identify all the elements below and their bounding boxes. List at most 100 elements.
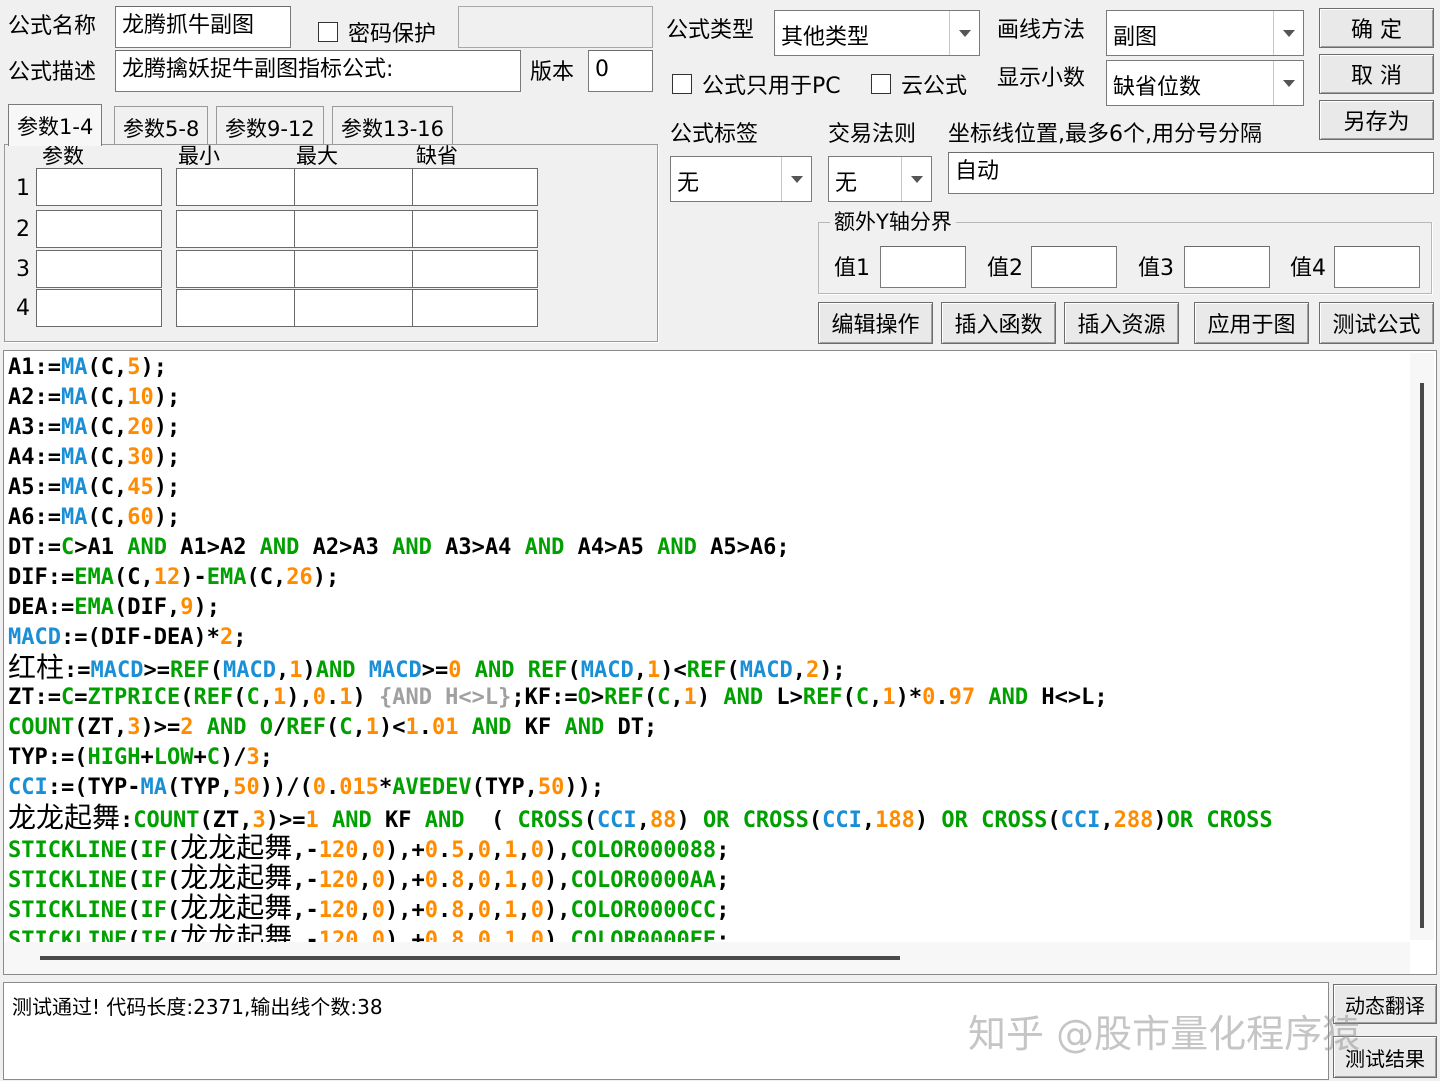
param-4-default-input[interactable] bbox=[412, 289, 538, 327]
trade-rule-select[interactable]: 无 bbox=[828, 156, 932, 202]
code-line[interactable]: STICKLINE(IF(龙龙起舞,-120,0),+0.5,0,1,0),CO… bbox=[8, 833, 1273, 864]
param-4-name-input[interactable] bbox=[36, 289, 162, 327]
code-line[interactable]: COUNT(ZT,3)>=2 AND O/REF(C,1)<1.01 AND K… bbox=[8, 713, 1273, 743]
param-1-max-input[interactable] bbox=[294, 168, 420, 206]
param-1-name-input[interactable] bbox=[36, 168, 162, 206]
code-token: . bbox=[437, 898, 452, 923]
param-2-max-input[interactable] bbox=[294, 210, 420, 248]
axis-position-label: 坐标线位置,最多6个,用分号分隔 bbox=[948, 122, 1262, 147]
param-2-name-input[interactable] bbox=[36, 210, 162, 248]
code-token: , bbox=[636, 808, 650, 833]
code-line[interactable]: MACD:=(DIF-DEA)*2; bbox=[8, 623, 1273, 653]
code-line[interactable]: A6:=MA(C,60); bbox=[8, 503, 1273, 533]
chevron-down-icon[interactable] bbox=[1273, 61, 1303, 105]
code-editor[interactable]: A1:=MA(C,5); A2:=MA(C,10); A3:=MA(C,20); A4… bbox=[3, 350, 1437, 975]
code-token: MA bbox=[60, 445, 88, 470]
param-4-max-input[interactable] bbox=[294, 289, 420, 327]
param-3-max-input[interactable] bbox=[294, 250, 420, 288]
code-token: 5 bbox=[451, 838, 465, 863]
code-token: (C, bbox=[246, 565, 287, 590]
chevron-down-icon[interactable] bbox=[901, 157, 931, 201]
yaxis-val1-input[interactable] bbox=[880, 246, 966, 288]
horizontal-scroll-thumb[interactable] bbox=[40, 956, 900, 960]
code-content[interactable]: A1:=MA(C,5); A2:=MA(C,10); A3:=MA(C,20); A4… bbox=[8, 353, 1273, 953]
pc-only-checkbox-box[interactable] bbox=[672, 74, 692, 94]
edit-ops-button[interactable]: 编辑操作 bbox=[818, 302, 933, 344]
yaxis-val2-input[interactable] bbox=[1031, 246, 1117, 288]
code-token: 3 bbox=[127, 715, 141, 740]
chevron-down-icon[interactable] bbox=[1273, 11, 1303, 55]
version-input[interactable]: 0 bbox=[588, 50, 653, 92]
code-line[interactable]: CCI:=(TYP-MA(TYP,50))/(0.015*AVEDEV(TYP,… bbox=[8, 773, 1273, 803]
code-line[interactable]: A4:=MA(C,30); bbox=[8, 443, 1273, 473]
cancel-button[interactable]: 取 消 bbox=[1319, 54, 1434, 94]
chevron-down-icon[interactable] bbox=[949, 11, 979, 55]
code-line[interactable]: 红柱:=MACD>=REF(MACD,1)AND MACD>=0 AND REF… bbox=[8, 653, 1273, 684]
insert-resource-button[interactable]: 插入资源 bbox=[1064, 302, 1179, 344]
password-checkbox-box[interactable] bbox=[318, 22, 338, 42]
code-token: (TYP, bbox=[166, 775, 234, 800]
param-2-default-input[interactable] bbox=[412, 210, 538, 248]
yaxis-group-title: 额外Y轴分界 bbox=[830, 212, 956, 233]
code-line[interactable]: A1:=MA(C,5); bbox=[8, 353, 1273, 383]
param-4-min-input[interactable] bbox=[176, 289, 302, 327]
axis-position-input[interactable]: 自动 bbox=[948, 152, 1434, 194]
cloud-checkbox-box[interactable] bbox=[871, 74, 891, 94]
vertical-scrollbar[interactable] bbox=[1410, 353, 1434, 940]
output-message: 测试通过! 代码长度:2371,输出线个数:38 bbox=[12, 995, 383, 1019]
formula-tag-value: 无 bbox=[677, 171, 700, 196]
code-token: , bbox=[490, 838, 505, 863]
code-token: . bbox=[437, 868, 452, 893]
code-token: AND bbox=[524, 535, 565, 560]
param-2-min-input[interactable] bbox=[176, 210, 302, 248]
cloud-checkbox[interactable]: 云公式 bbox=[871, 68, 967, 100]
param-3-min-input[interactable] bbox=[176, 250, 302, 288]
code-token: ( bbox=[464, 808, 518, 833]
code-line[interactable]: STICKLINE(IF(龙龙起舞,-120,0),+0.8,0,1,0),CO… bbox=[8, 893, 1273, 924]
tab-params-1-4[interactable]: 参数1-4 bbox=[8, 104, 103, 146]
formula-desc-input[interactable]: 龙腾擒妖捉牛副图指标公式: bbox=[115, 50, 521, 92]
insert-function-button[interactable]: 插入函数 bbox=[941, 302, 1056, 344]
tab-params-5-8[interactable]: 参数5-8 bbox=[114, 106, 209, 144]
vertical-scroll-thumb[interactable] bbox=[1420, 383, 1424, 928]
draw-method-select[interactable]: 副图 bbox=[1106, 10, 1304, 56]
code-line[interactable]: 龙龙起舞:COUNT(ZT,3)>=1 AND KF AND ( CROSS(C… bbox=[8, 803, 1273, 834]
chevron-down-icon[interactable] bbox=[781, 157, 811, 201]
formula-type-select[interactable]: 其他类型 bbox=[774, 10, 980, 56]
pc-only-checkbox[interactable]: 公式只用于PC bbox=[672, 68, 841, 100]
tab-params-9-12[interactable]: 参数9-12 bbox=[216, 106, 324, 144]
password-checkbox[interactable]: 密码保护 bbox=[318, 16, 436, 48]
code-token: AND bbox=[723, 685, 764, 710]
code-token: ) bbox=[914, 808, 942, 833]
code-line[interactable]: ZT:=C=ZTPRICE(REF(C,1),0.1) {AND H<>L};K… bbox=[8, 683, 1273, 713]
yaxis-val3-input[interactable] bbox=[1184, 246, 1270, 288]
ok-button[interactable]: 确 定 bbox=[1319, 8, 1434, 48]
code-line[interactable]: TYP:=(HIGH+LOW+C)/3; bbox=[8, 743, 1273, 773]
code-line[interactable]: DIF:=EMA(C,12)-EMA(C,26); bbox=[8, 563, 1273, 593]
tab-params-13-16[interactable]: 参数13-16 bbox=[332, 106, 454, 144]
yaxis-val4-input[interactable] bbox=[1334, 246, 1420, 288]
param-3-default-input[interactable] bbox=[412, 250, 538, 288]
code-line[interactable]: A3:=MA(C,20); bbox=[8, 413, 1273, 443]
code-line[interactable]: STICKLINE(IF(龙龙起舞,-120,0),+0.8,0,1,0),CO… bbox=[8, 863, 1273, 894]
code-token: , bbox=[352, 715, 366, 740]
code-line[interactable]: A2:=MA(C,10); bbox=[8, 383, 1273, 413]
code-token: MACD bbox=[8, 625, 61, 650]
test-formula-button[interactable]: 测试公式 bbox=[1319, 302, 1434, 344]
code-line[interactable]: DEA:=EMA(DIF,9); bbox=[8, 593, 1273, 623]
horizontal-scrollbar[interactable] bbox=[4, 942, 1410, 974]
save-as-button[interactable]: 另存为 bbox=[1319, 100, 1434, 140]
decimals-select[interactable]: 缺省位数 bbox=[1106, 60, 1304, 106]
code-token: 50 bbox=[233, 775, 260, 800]
code-token: A2:= bbox=[8, 385, 61, 410]
code-token: DEA:= bbox=[8, 595, 75, 620]
code-line[interactable]: DT:=C>A1 AND A1>A2 AND A2>A3 AND A3>A4 A… bbox=[8, 533, 1273, 563]
formula-name-input[interactable]: 龙腾抓牛副图 bbox=[115, 6, 291, 48]
formula-tag-select[interactable]: 无 bbox=[670, 156, 812, 202]
apply-to-chart-button[interactable]: 应用于图 bbox=[1194, 302, 1309, 344]
param-1-min-input[interactable] bbox=[176, 168, 302, 206]
code-line[interactable]: A5:=MA(C,45); bbox=[8, 473, 1273, 503]
param-1-default-input[interactable] bbox=[412, 168, 538, 206]
code-token: {AND H<>L} bbox=[378, 685, 512, 710]
param-3-name-input[interactable] bbox=[36, 250, 162, 288]
